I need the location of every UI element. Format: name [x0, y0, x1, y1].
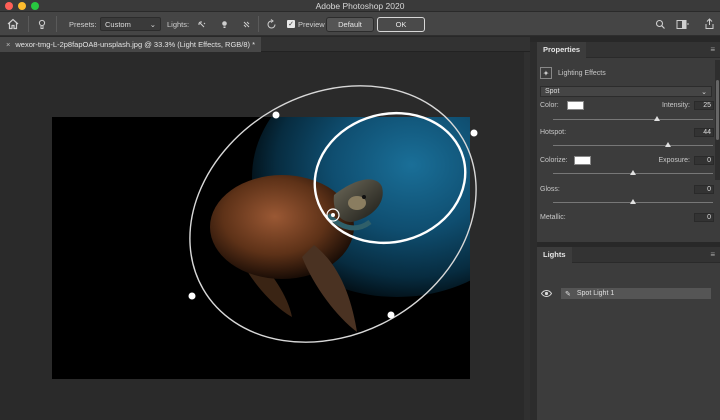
- document-tab[interactable]: × wexor-tmg-L-2p8fapOA8-unsplash.jpg @ 3…: [0, 37, 262, 52]
- lighting-effects-icon: ✦: [540, 67, 552, 79]
- window-title: Adobe Photoshop 2020: [315, 1, 405, 11]
- light-type-value: Spot: [545, 88, 560, 95]
- add-spot-light-icon[interactable]: [219, 12, 230, 36]
- color-label: Color:: [540, 102, 559, 109]
- metallic-label: Metallic:: [540, 214, 566, 221]
- exposure-label: Exposure:: [658, 157, 690, 164]
- presets-value: Custom: [105, 19, 131, 29]
- properties-panel: Properties ≡ ✦ Lighting Effects Spot ⌄ C…: [537, 41, 720, 242]
- hotspot-ring[interactable]: [300, 97, 480, 260]
- falloff-handle-bottom[interactable]: [387, 311, 395, 319]
- document-tab-bar: × wexor-tmg-L-2p8fapOA8-unsplash.jpg @ 3…: [0, 37, 530, 52]
- gloss-value[interactable]: 0: [694, 185, 714, 194]
- panel-dock-divider: [530, 42, 537, 420]
- lights-panel: Lights ≡ ✎ Spot Light 1: [537, 246, 720, 420]
- properties-scrollbar[interactable]: [715, 60, 720, 180]
- color-swatch[interactable]: [566, 101, 584, 110]
- tab-properties[interactable]: Properties: [537, 41, 587, 58]
- intensity-slider-thumb[interactable]: [654, 116, 660, 121]
- eye-visibility-icon[interactable]: [540, 289, 553, 300]
- falloff-handle-right[interactable]: [470, 129, 478, 137]
- workspace-icon[interactable]: [676, 12, 690, 36]
- divider: [56, 16, 57, 32]
- lighting-tool-icon[interactable]: [36, 12, 48, 36]
- chevron-down-icon: ⌄: [149, 19, 156, 29]
- metallic-value[interactable]: 0: [694, 213, 714, 222]
- hotspot-value[interactable]: 44: [694, 128, 714, 137]
- title-bar: Adobe Photoshop 2020: [0, 0, 720, 12]
- hotspot-label: Hotspot:: [540, 129, 567, 136]
- close-tab-icon[interactable]: ×: [6, 40, 10, 49]
- add-infinite-light-icon[interactable]: [241, 12, 252, 36]
- colorize-swatch[interactable]: [573, 156, 591, 165]
- intensity-label: Intensity:: [661, 102, 690, 109]
- search-icon[interactable]: [655, 12, 666, 36]
- falloff-handle-top[interactable]: [272, 111, 280, 119]
- exposure-slider-thumb[interactable]: [630, 170, 636, 175]
- lights-label: Lights:: [167, 19, 190, 29]
- light-list-item[interactable]: ✎ Spot Light 1: [561, 288, 711, 299]
- divider: [258, 16, 259, 32]
- falloff-handle-left[interactable]: [188, 292, 196, 300]
- default-button[interactable]: Default: [326, 16, 374, 32]
- canvas-area[interactable]: [0, 52, 530, 420]
- options-bar: Presets: Custom ⌄ Lights: ✓ Preview Defa…: [0, 12, 720, 36]
- gloss-slider[interactable]: [553, 199, 713, 204]
- light-falloff-ring[interactable]: [143, 52, 523, 393]
- preview-checkbox[interactable]: ✓: [287, 20, 295, 28]
- intensity-slider[interactable]: [553, 116, 713, 121]
- presets-dropdown[interactable]: Custom ⌄: [100, 17, 161, 31]
- preview-label: Preview: [298, 19, 325, 29]
- spot-light-icon: ✎: [565, 290, 571, 298]
- scrollbar-thumb[interactable]: [716, 80, 719, 140]
- presets-label: Presets:: [69, 19, 97, 29]
- panel-menu-icon[interactable]: ≡: [710, 45, 715, 54]
- exposure-slider[interactable]: [553, 170, 713, 175]
- chevron-down-icon: ⌄: [701, 88, 707, 96]
- hotspot-slider[interactable]: [553, 142, 713, 147]
- gloss-slider-thumb[interactable]: [630, 199, 636, 204]
- ok-button[interactable]: OK: [377, 16, 425, 32]
- properties-header: Properties ≡: [537, 41, 720, 58]
- hotspot-slider-thumb[interactable]: [665, 142, 672, 147]
- home-icon[interactable]: [6, 12, 20, 36]
- add-point-light-icon[interactable]: [196, 12, 207, 36]
- divider: [28, 16, 29, 32]
- light-center-dot: [331, 213, 335, 217]
- rotate-3d-icon[interactable]: [265, 12, 278, 36]
- section-title: Lighting Effects: [558, 69, 606, 77]
- document-tab-title: wexor-tmg-L-2p8fapOA8-unsplash.jpg @ 33.…: [15, 40, 256, 49]
- intensity-value[interactable]: 25: [694, 101, 714, 110]
- panel-menu-icon[interactable]: ≡: [710, 250, 715, 259]
- light-item-label: Spot Light 1: [576, 290, 615, 297]
- gloss-label: Gloss:: [540, 186, 560, 193]
- light-type-dropdown[interactable]: Spot ⌄: [540, 86, 712, 97]
- lights-header: Lights ≡: [537, 246, 720, 263]
- light-overlay[interactable]: [0, 52, 530, 420]
- colorize-label: Colorize:: [540, 157, 568, 164]
- tab-lights[interactable]: Lights: [537, 246, 572, 263]
- share-icon[interactable]: [704, 12, 715, 36]
- exposure-value[interactable]: 0: [694, 156, 714, 165]
